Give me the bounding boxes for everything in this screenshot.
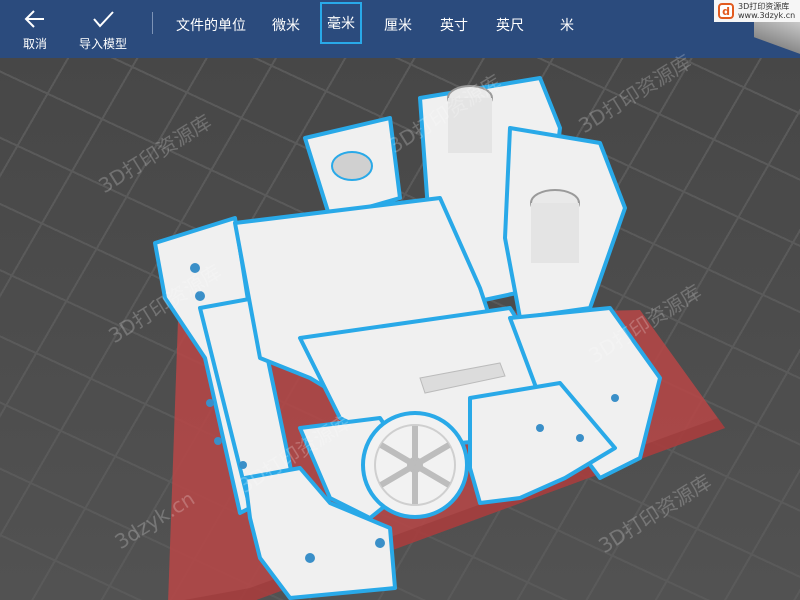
scene-svg [153,76,725,600]
unit-micrometer[interactable]: 微米 [272,15,300,35]
top-toolbar: 取消 导入模型 文件的单位 微米 毫米 厘米 英寸 英尺 米 d 3D打印资源库… [0,0,800,58]
toolbar-divider [152,12,153,34]
logo-text: 3D打印资源库 www.3dzyk.cn [738,2,795,20]
unit-millimeter[interactable]: 毫米 [320,2,362,44]
unit-meter[interactable]: 米 [560,15,574,35]
import-model-button[interactable]: 导入模型 [74,6,132,52]
cancel-button[interactable]: 取消 [18,6,52,52]
unit-millimeter-label: 毫米 [327,16,355,32]
import-model-label: 导入模型 [78,37,127,51]
unit-inch[interactable]: 英寸 [440,15,468,35]
3d-viewport[interactable]: 3D打印资源库 3D打印资源库 3D打印资源库 3D打印资源库 3D打印资源库 … [0,50,800,600]
cancel-label: 取消 [22,37,47,51]
back-plate-hole [331,151,373,181]
checkmark-icon [93,11,114,28]
unit-centimeter[interactable]: 厘米 [384,15,412,35]
back-arrow-icon [24,10,44,28]
logo-d-icon: d [718,3,734,19]
part-wheel[interactable] [361,411,469,519]
logo-url: www.3dzyk.cn [738,11,796,20]
unit-foot[interactable]: 英尺 [496,15,524,35]
logo-brand: 3D打印资源库 [738,2,790,11]
corner-watermark-logo: d 3D打印资源库 www.3dzyk.cn [714,0,800,22]
file-units-title: 文件的单位 [176,18,246,34]
page-fold-corner [754,22,800,58]
